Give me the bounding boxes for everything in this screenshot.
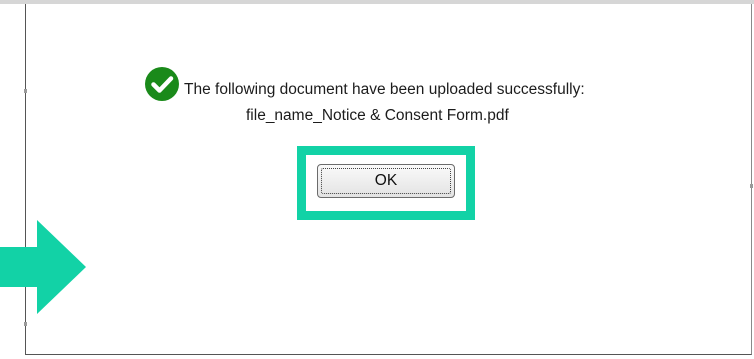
dialog-edge-mark [750, 184, 753, 188]
success-message-row: The following document have been uploade… [144, 66, 585, 102]
success-message-text: The following document have been uploade… [184, 81, 585, 98]
ok-button-label: OK [321, 168, 451, 194]
screenshot-stage: The following document have been uploade… [0, 0, 754, 359]
arrow-right-icon [0, 220, 86, 314]
dialog-edge-mark [24, 322, 27, 326]
check-circle-icon [145, 67, 179, 101]
ok-button[interactable]: OK [317, 164, 455, 198]
uploaded-filename: file_name_Notice & Consent Form.pdf [246, 107, 509, 124]
dialog-edge-mark [24, 89, 27, 93]
